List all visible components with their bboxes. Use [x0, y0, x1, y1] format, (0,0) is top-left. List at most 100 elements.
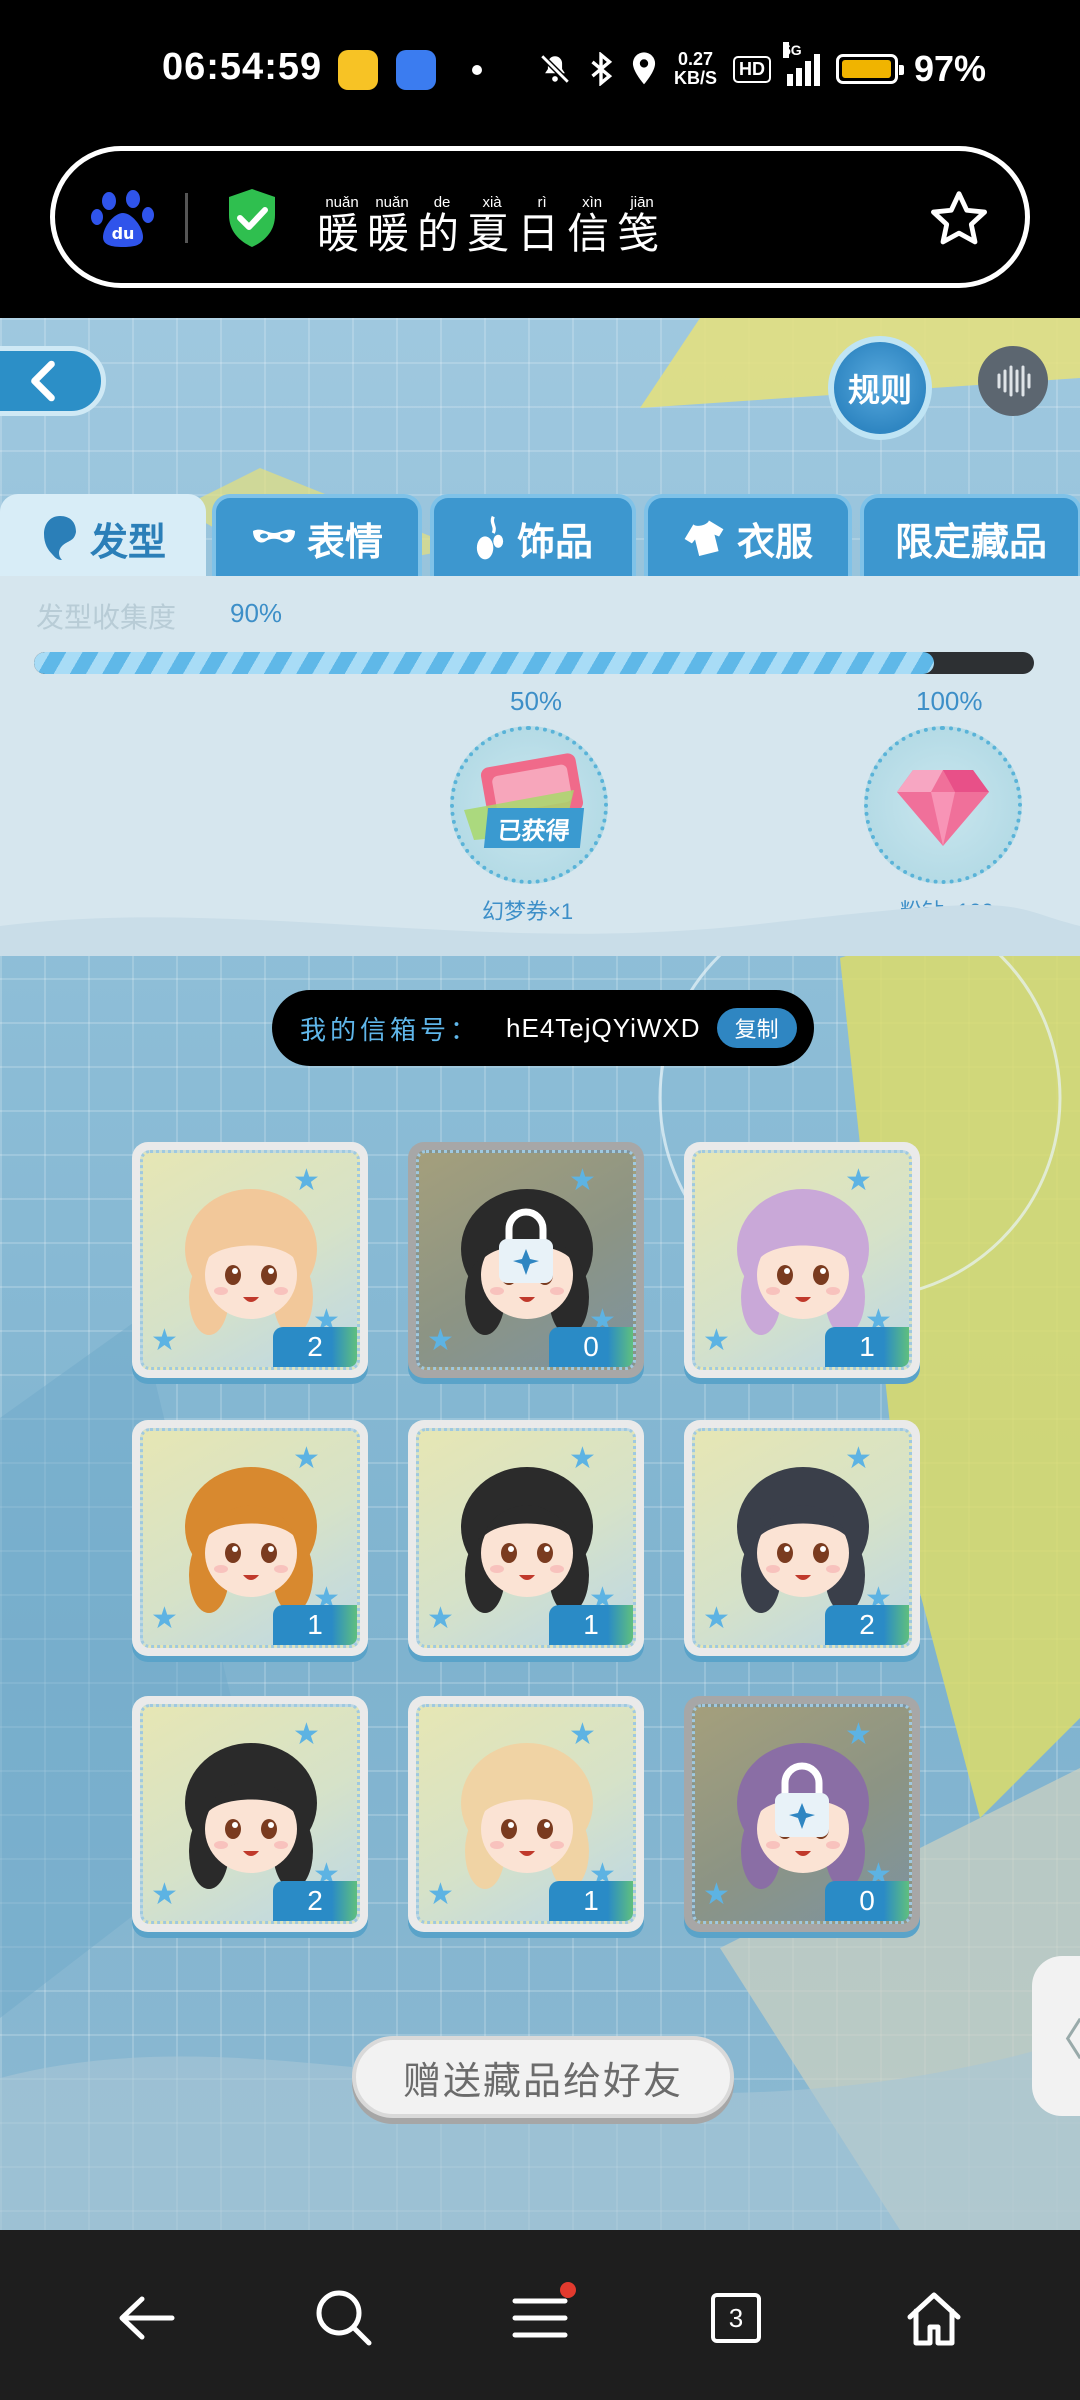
signal-strength-icon: 5G: [783, 42, 821, 86]
item-card-art: ★ ★ ★ 0: [692, 1704, 912, 1924]
tab-accessory[interactable]: 饰品: [430, 494, 636, 578]
copy-code-button[interactable]: 复制: [716, 1008, 797, 1048]
notification-app-icon-yellow: [338, 50, 378, 90]
nav-search-button[interactable]: [306, 2280, 382, 2356]
reward-50-slot[interactable]: 已获得: [450, 726, 608, 884]
mailbox-label: 我的信箱号：: [300, 1014, 481, 1045]
menu-notification-dot: [560, 2282, 576, 2298]
page-title-pinyin: xìn: [567, 194, 618, 211]
voice-button[interactable]: [978, 346, 1048, 416]
network-type: 5G: [783, 42, 802, 58]
tab-expression-label: 表情: [306, 521, 383, 564]
item-card-art: ★ ★ ★ 2: [140, 1150, 360, 1370]
network-speed: 0.27 KB/S: [674, 50, 717, 88]
item-card-hair-black-beret[interactable]: ★ ★ ★ 2: [684, 1420, 920, 1656]
tab-hairstyle[interactable]: 发型: [0, 494, 206, 578]
star-outline-icon[interactable]: [927, 187, 991, 251]
collection-percent: 90%: [230, 598, 283, 628]
nav-back-button[interactable]: [108, 2280, 184, 2356]
page-title-char: 信xìn: [567, 194, 618, 257]
page-title-pinyin: rì: [517, 194, 568, 211]
page-title[interactable]: 暖nuǎn暖nuǎn的de夏xià日rì信xìn笺jiān: [317, 194, 668, 261]
item-card-art: ★ ★ ★ 1: [416, 1704, 636, 1924]
silent-bell-icon: [540, 54, 570, 84]
item-card-art: ★ ★ ★ 2: [140, 1704, 360, 1924]
item-card-hair-orange-hat[interactable]: ★ ★ ★ 1: [132, 1420, 368, 1656]
tab-clothes[interactable]: 衣服: [644, 494, 852, 578]
tab-expression[interactable]: 表情: [212, 494, 422, 578]
page-title-char: 的de: [417, 194, 468, 257]
collection-label: 发型收集度: [36, 602, 177, 633]
item-count-badge: 1: [549, 1605, 633, 1645]
chevron-left-icon: [31, 360, 55, 402]
shield-check-icon[interactable]: [223, 187, 281, 249]
side-drawer-handle[interactable]: 〈: [1032, 1956, 1080, 2116]
tab-limited-collection-label: 限定藏品: [894, 521, 1047, 564]
reward-threshold-50: 50%: [510, 686, 563, 716]
address-bar[interactable]: du 暖nuǎn暖nuǎn的de夏xià日rì信xìn笺jiān: [50, 146, 1030, 288]
item-card-hair-black-updo[interactable]: ★ ★ ★ 1: [408, 1420, 644, 1656]
battery-icon: [836, 54, 905, 84]
reward-100-slot[interactable]: [864, 726, 1022, 884]
collection-progress-fill: [34, 652, 934, 674]
svg-text:du: du: [112, 224, 135, 243]
item-card-art: ★ ★ ★ 0: [416, 1150, 636, 1370]
nav-menu-button[interactable]: [502, 2280, 578, 2356]
status-time: 06:54:59: [162, 46, 323, 88]
item-card-hair-blonde-witch-hat[interactable]: ★ ★ ★ 1: [408, 1696, 644, 1932]
page-title-pinyin: xià: [467, 194, 518, 211]
diamond-icon: [897, 770, 989, 846]
tab-limited-collection[interactable]: 限定藏品: [860, 494, 1080, 578]
reward-obtained-badge: 已获得: [483, 808, 585, 848]
nav-tabs-button[interactable]: 3: [698, 2280, 774, 2356]
panel-wave-divider: [0, 905, 1080, 956]
lock-icon: [499, 1208, 553, 1284]
home-icon: [907, 2292, 961, 2346]
page-title-char: 暖nuǎn: [317, 194, 368, 257]
back-button[interactable]: [0, 346, 106, 416]
back-arrow-icon: [119, 2296, 175, 2340]
page-title-pinyin: nuǎn: [317, 194, 367, 211]
hair-icon: [43, 516, 76, 560]
baidu-paw-icon[interactable]: du: [91, 187, 155, 249]
mailbox-code-bar: 我的信箱号： hE4TejQYiWXD 复制: [272, 990, 814, 1066]
item-count-badge: 0: [549, 1327, 633, 1367]
item-count-badge: 1: [273, 1605, 357, 1645]
collection-progress-panel: 发型收集度 90% 50% 已获得 幻梦券×1 100% 粉钻×100: [0, 576, 1080, 956]
item-card-hair-black-long[interactable]: ★ ★ ★ 0: [408, 1142, 644, 1378]
item-card-hair-purple-braids[interactable]: ★ ★ ★ 0: [684, 1696, 920, 1932]
bluetooth-icon: [591, 52, 613, 86]
nav-home-button[interactable]: [896, 2280, 972, 2356]
page-title-char: 日rì: [517, 194, 568, 257]
location-icon: [632, 52, 656, 85]
item-count-badge: 1: [825, 1327, 909, 1367]
status-indicators: 0.27 KB/S HD 5G 97%: [538, 42, 987, 90]
item-count-badge: 2: [273, 1327, 357, 1367]
battery-percent: 97%: [914, 48, 987, 89]
rules-button[interactable]: 规则: [828, 336, 932, 440]
page-title-char: 夏xià: [467, 194, 518, 257]
notification-app-icon-blue: [396, 50, 436, 90]
item-card-hair-blonde-curly[interactable]: ★ ★ ★ 2: [132, 1142, 368, 1378]
lock-icon: [775, 1762, 829, 1838]
item-card-hair-lavender-twintails[interactable]: ★ ★ ★ 1: [684, 1142, 920, 1378]
menu-icon: [512, 2298, 568, 2338]
item-card-hair-black-buns[interactable]: ★ ★ ★ 2: [132, 1696, 368, 1932]
page-title-pinyin: de: [417, 194, 468, 211]
hd-voice-badge: HD: [733, 55, 772, 83]
page-title-char: 笺jiān: [617, 194, 668, 257]
status-notification-icons: [338, 50, 482, 90]
clothes-icon: [684, 520, 724, 556]
item-card-art: ★ ★ ★ 1: [416, 1428, 636, 1648]
page-title-char: 暖nuǎn: [367, 194, 418, 257]
item-card-art: ★ ★ ★ 1: [692, 1150, 912, 1370]
tab-accessory-label: 饰品: [516, 521, 593, 564]
network-speed-unit: KB/S: [674, 68, 718, 88]
tab-clothes-label: 衣服: [736, 521, 813, 564]
item-count-badge: 2: [825, 1605, 909, 1645]
sound-wave-icon: [997, 365, 1031, 397]
status-bar: 06:54:59 0.27 KB/S HD 5G 97%: [0, 0, 1080, 140]
item-card-art: ★ ★ ★ 2: [692, 1428, 912, 1648]
address-divider: [185, 193, 188, 243]
gift-to-friend-button[interactable]: 赠送藏品给好友: [352, 2036, 734, 2118]
